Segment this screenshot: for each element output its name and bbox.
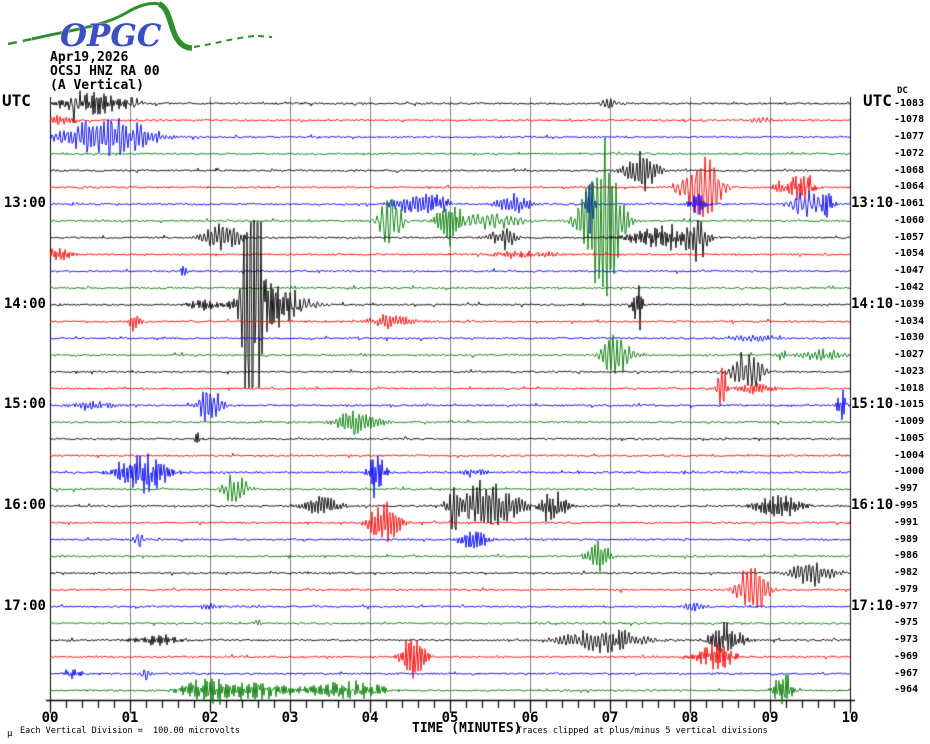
header-component: (A Vertical)	[50, 78, 144, 93]
right-axis-utc-title: UTC	[863, 91, 892, 110]
dc-value-16:30: -986	[894, 550, 919, 562]
dc-value-17:40: -967	[894, 667, 919, 679]
dc-value-13:00: -1061	[894, 198, 925, 210]
dc-value-12:50: -1064	[894, 181, 925, 193]
logo-curve-dash-right	[193, 35, 273, 48]
dc-value-15:00: -1015	[894, 399, 925, 411]
x-tick-label-10: 10	[841, 710, 859, 726]
dc-value-17:00: -977	[894, 600, 919, 612]
dc-value-13:50: -1042	[894, 281, 925, 293]
footer-corner-glyph: μ	[7, 729, 13, 739]
logo-curve-peak	[157, 1, 193, 51]
dc-value-15:20: -1005	[894, 432, 925, 444]
dc-value-14:00: -1039	[894, 298, 925, 310]
x-tick-label-01: 01	[121, 710, 139, 726]
logo-curve-dash-left	[7, 37, 33, 46]
dc-value-12:30: -1072	[894, 147, 925, 159]
dc-value-12:20: -1077	[894, 131, 925, 143]
dc-value-16:40: -982	[894, 567, 919, 579]
right-axis-dc-header: DC	[897, 86, 908, 96]
left-hour-label-15:00: 15:00	[3, 396, 46, 413]
right-hour-label-16:10: 16:10	[851, 496, 894, 513]
dc-value-15:30: -1004	[894, 449, 925, 461]
dc-value-15:40: -1000	[894, 466, 925, 478]
x-tick-label-09: 09	[761, 710, 779, 726]
dc-value-13:30: -1054	[894, 248, 925, 260]
dc-value-17:30: -969	[894, 650, 919, 662]
left-hour-label-16:00: 16:00	[3, 496, 46, 513]
x-tick-label-00: 00	[41, 710, 59, 726]
dc-value-16:50: -979	[894, 583, 919, 595]
dc-value-16:00: -995	[894, 499, 919, 511]
left-hour-label-13:00: 13:00	[3, 195, 46, 212]
dc-value-13:20: -1057	[894, 231, 925, 243]
dc-value-15:10: -1009	[894, 416, 925, 428]
right-hour-label-14:10: 14:10	[851, 295, 894, 312]
dc-value-16:10: -991	[894, 516, 919, 528]
dc-value-14:40: -1023	[894, 365, 925, 377]
left-hour-label-17:00: 17:00	[3, 597, 46, 614]
dc-value-12:10: -1078	[894, 114, 925, 126]
left-axis-utc-title: UTC	[2, 91, 31, 110]
seismogram-page: OPGC Apr19,2026 OCSJ HNZ RA 00 (A Vertic…	[0, 0, 930, 744]
footer-left-note: Each Vertical Division = 100.00 microvol…	[20, 726, 241, 736]
left-hour-label-14:00: 14:00	[3, 295, 46, 312]
x-tick-label-08: 08	[681, 710, 699, 726]
dc-value-14:50: -1018	[894, 382, 925, 394]
helicorder-canvas	[0, 0, 930, 744]
dc-value-12:00: -1083	[894, 97, 925, 109]
footer-right-note: Traces clipped at plus/minus 5 vertical …	[517, 726, 768, 736]
dc-value-13:10: -1060	[894, 214, 925, 226]
right-hour-label-17:10: 17:10	[851, 597, 894, 614]
dc-value-12:40: -1068	[894, 164, 925, 176]
opgc-logo: OPGC	[7, 1, 273, 54]
x-tick-label-03: 03	[281, 710, 299, 726]
header-station: OCSJ HNZ RA 00	[50, 64, 160, 79]
dc-value-14:10: -1034	[894, 315, 925, 327]
dc-value-13:40: -1047	[894, 265, 925, 277]
right-hour-label-13:10: 13:10	[851, 195, 894, 212]
x-tick-label-02: 02	[201, 710, 219, 726]
logo-text: OPGC	[60, 18, 162, 54]
dc-value-17:50: -964	[894, 684, 919, 696]
right-hour-label-15:10: 15:10	[851, 396, 894, 413]
dc-value-14:30: -1027	[894, 349, 925, 361]
dc-value-15:50: -997	[894, 483, 919, 495]
dc-value-17:20: -973	[894, 634, 919, 646]
x-axis-title: TIME (MINUTES)	[412, 721, 522, 736]
dc-value-16:20: -989	[894, 533, 919, 545]
dc-value-17:10: -975	[894, 617, 919, 629]
x-tick-label-07: 07	[601, 710, 619, 726]
dc-value-14:20: -1030	[894, 332, 925, 344]
x-tick-label-04: 04	[361, 710, 379, 726]
header-date: Apr19,2026	[50, 50, 129, 65]
